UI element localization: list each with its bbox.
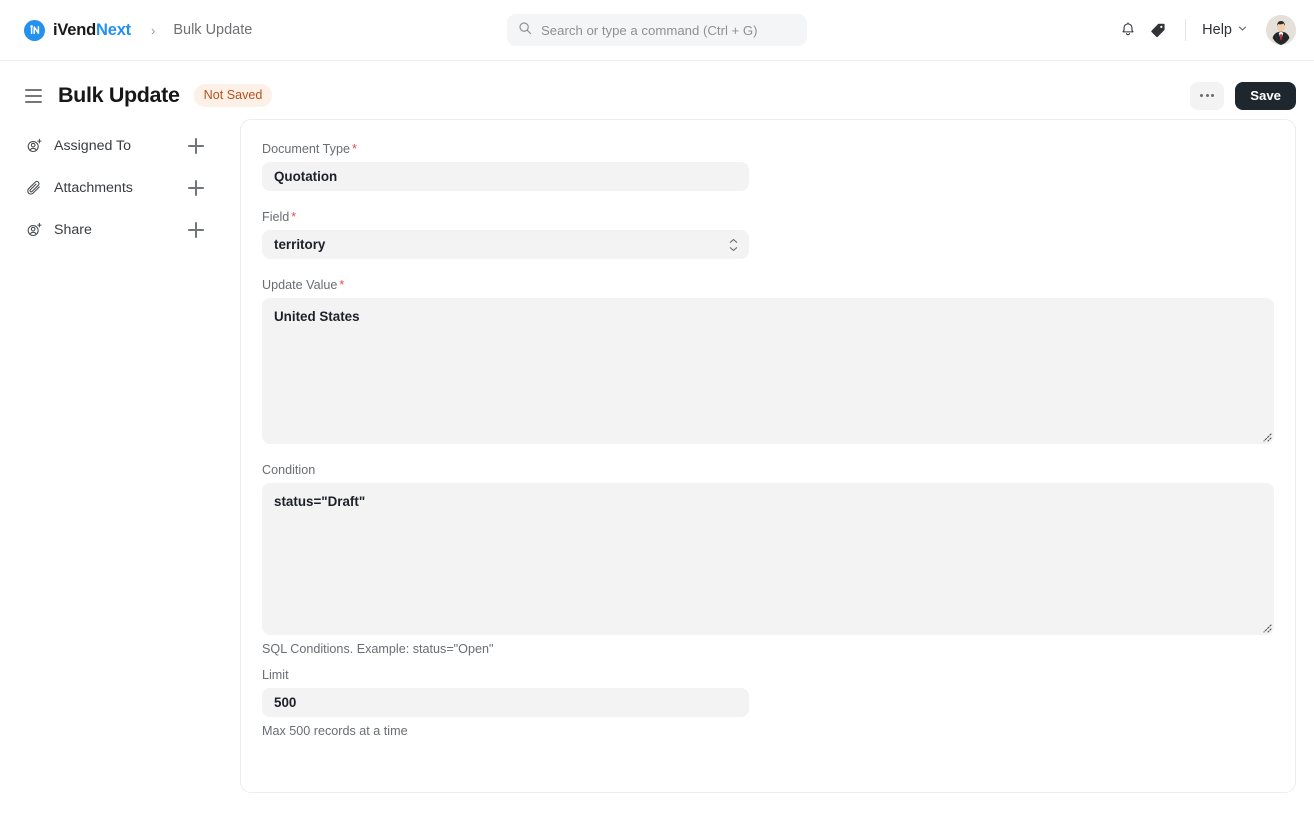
sidebar-item-label: Assigned To [54,138,132,154]
page-header: Bulk Update Not Saved Save [0,72,1314,119]
ellipsis-dot [1205,94,1209,97]
field-condition: Condition status="Draft" SQL Conditions.… [262,463,1274,656]
search-icon [518,21,532,40]
limit-label-text: Limit [262,668,289,682]
condition-label-text: Condition [262,463,316,477]
brand-name[interactable]: iVendNext [53,21,131,40]
limit-help-text: Max 500 records at a time [262,724,408,738]
limit-label: Limit [262,668,1274,682]
user-plus-icon [26,138,43,155]
bell-icon[interactable] [1113,15,1143,45]
required-asterisk: * [351,142,357,156]
condition-textarea[interactable]: status="Draft" [262,483,1274,635]
add-assigned-to-button[interactable] [188,138,204,154]
more-options-button[interactable] [1190,81,1225,110]
limit-input[interactable] [262,688,749,717]
search-box[interactable] [507,14,807,46]
sidebar-item-assigned-to[interactable]: Assigned To [26,125,240,167]
field-document-type: Document Type * [262,142,1274,191]
hamburger-line [25,88,42,91]
global-search [507,14,807,46]
field-label: Field * [262,210,1274,224]
sidebar: Assigned To Attachments Share [0,119,240,793]
update-value-label: Update Value * [262,278,1274,292]
required-asterisk: * [291,210,297,224]
add-share-button[interactable] [188,222,204,238]
page-title: Bulk Update [58,83,180,107]
field-update-value: Update Value * United States [262,278,1274,444]
paperclip-icon [26,180,43,197]
sidebar-item-attachments[interactable]: Attachments [26,167,240,209]
sidebar-item-share[interactable]: Share [26,209,240,251]
ivend-circle-logo-icon[interactable] [24,19,45,41]
page-body: Assigned To Attachments Share Document T… [0,119,1314,793]
update-value-textarea[interactable]: United States [262,298,1274,444]
update-value-wrapper: United States [262,298,1274,444]
field-field: Field * [262,210,1274,259]
document-type-label: Document Type * [262,142,1274,156]
sidebar-item-label: Attachments [54,180,133,196]
field-select[interactable] [262,230,749,259]
hamburger-line [25,100,42,103]
document-type-input[interactable] [262,162,749,191]
navbar-divider [1185,19,1187,41]
navbar-actions: Help [1113,15,1296,45]
share-user-icon [26,222,43,239]
save-button[interactable]: Save [1235,81,1296,110]
hamburger-menu-icon[interactable] [25,88,42,103]
field-limit: Limit Max 500 records at a time [262,668,1274,738]
ellipsis-dot [1211,94,1215,97]
condition-help-text: SQL Conditions. Example: status="Open" [262,642,494,656]
brand-breadcrumb: iVendNext › Bulk Update [24,19,252,41]
search-input[interactable] [541,22,796,38]
page-header-actions: Save [1190,81,1296,110]
document-type-label-text: Document Type [262,142,350,156]
sidebar-item-label: Share [54,222,92,238]
brand-name-second: Next [96,20,131,39]
bulk-update-form-card: Document Type* Field* [240,119,1296,793]
condition-wrapper: status="Draft" [262,483,1274,635]
chevron-down-icon [1237,22,1248,38]
breadcrumb-current[interactable]: Bulk Update [173,22,252,38]
breadcrumb-separator: › [150,22,156,38]
field-select-wrapper [262,230,749,259]
ellipsis-dot [1200,94,1204,97]
hamburger-line [25,94,42,97]
add-attachment-button[interactable] [188,180,204,196]
brand-name-first: iVend [53,20,97,39]
help-label: Help [1202,22,1232,38]
condition-label: Condition [262,463,1274,477]
status-badge: Not Saved [193,84,273,107]
tag-icon[interactable] [1143,15,1173,45]
user-avatar[interactable] [1266,15,1296,45]
required-asterisk: * [339,278,345,292]
top-navbar: iVendNext › Bulk Update Search or type a… [0,0,1314,61]
field-label-text: Field [262,210,290,224]
help-menu[interactable]: Help [1198,19,1252,41]
update-value-label-text: Update Value [262,278,338,292]
